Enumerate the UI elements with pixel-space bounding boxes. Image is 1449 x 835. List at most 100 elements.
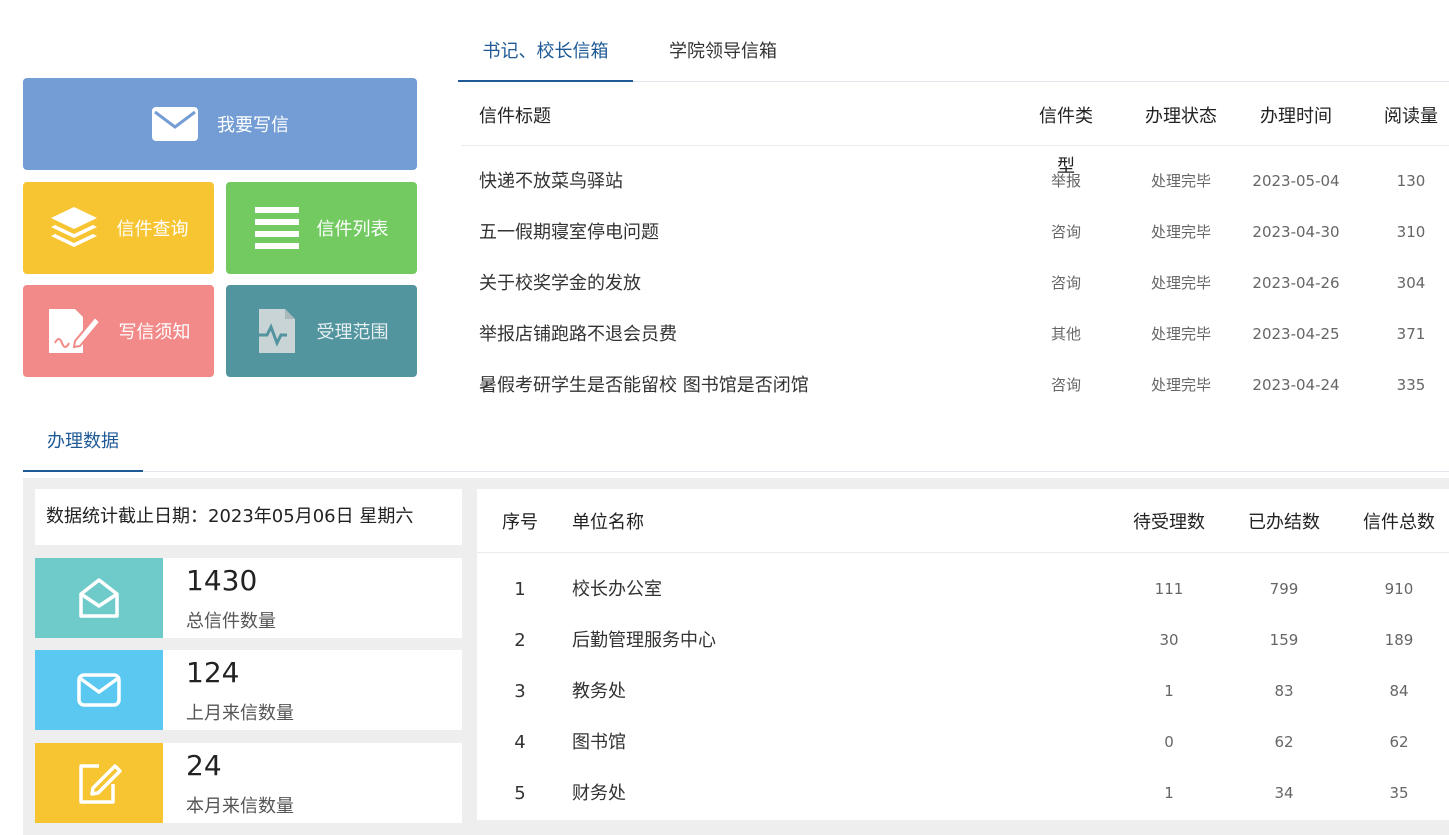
unit-name: 财务处 — [572, 783, 626, 804]
letter-reads: 130 — [1396, 172, 1426, 190]
letter-status: 处理完毕 — [1150, 274, 1211, 292]
header-title: 信件标题 — [479, 106, 551, 127]
letter-reads: 310 — [1396, 223, 1426, 241]
stat-label: 上月来信数量 — [186, 703, 294, 724]
letter-title-link[interactable]: 举报店铺跑路不退会员费 — [479, 309, 677, 360]
unit-index: 5 — [514, 783, 526, 804]
letter-query-button[interactable]: 信件查询 — [23, 182, 214, 274]
letter-query-label: 信件查询 — [116, 219, 189, 240]
stat-value: 1430 — [186, 564, 258, 597]
unit-pending: 0 — [1164, 733, 1174, 751]
letter-status: 处理完毕 — [1150, 376, 1211, 394]
table-row[interactable]: 关于校奖学金的发放 咨询 处理完毕 2023-04-26 304 — [461, 258, 1449, 309]
letter-title-link[interactable]: 关于校奖学金的发放 — [479, 258, 641, 309]
unit-done: 799 — [1269, 580, 1299, 598]
letter-status: 处理完毕 — [1150, 223, 1211, 241]
acceptance-scope-label: 受理范围 — [316, 322, 389, 343]
unit-done: 34 — [1274, 784, 1294, 802]
writing-notice-button[interactable]: 写信须知 — [23, 285, 214, 377]
stat-value: 124 — [186, 656, 240, 689]
letter-title-link[interactable]: 五一假期寝室停电问题 — [479, 207, 659, 258]
tab-college-leader-mailbox[interactable]: 学院领导信箱 — [648, 26, 798, 82]
unit-index: 4 — [514, 732, 526, 753]
header-done: 已办结数 — [1248, 512, 1320, 533]
stat-label: 本月来信数量 — [186, 796, 294, 817]
letter-reads: 371 — [1396, 325, 1426, 343]
envelope-icon — [151, 106, 199, 142]
table-row: 5 财务处 1 34 35 — [477, 768, 1449, 819]
letter-status: 处理完毕 — [1150, 325, 1211, 343]
layers-icon — [49, 205, 99, 251]
header-status: 办理状态 — [1145, 106, 1217, 127]
file-pulse-icon — [254, 307, 299, 355]
letter-title-link[interactable]: 暑假考研学生是否能留校 图书馆是否闭馆 — [479, 360, 809, 411]
unit-index: 2 — [514, 630, 526, 651]
letter-type: 其他 — [1050, 325, 1081, 343]
letter-time: 2023-04-24 — [1252, 376, 1340, 394]
open-envelope-icon — [35, 558, 163, 638]
unit-pending: 111 — [1154, 580, 1184, 598]
letter-time: 2023-05-04 — [1252, 172, 1340, 190]
data-panel: 数据统计截止日期：2023年05月06日 星期六 1430 总信件数量 124 … — [23, 478, 1449, 835]
unit-name: 教务处 — [572, 681, 626, 702]
stat-card-total: 1430 总信件数量 — [35, 558, 462, 638]
table-row[interactable]: 暑假考研学生是否能留校 图书馆是否闭馆 咨询 处理完毕 2023-04-24 3… — [461, 360, 1449, 411]
mailbox-tabs: 书记、校长信箱 学院领导信箱 — [458, 26, 1449, 82]
stat-value: 24 — [186, 749, 222, 782]
unit-total: 84 — [1389, 682, 1409, 700]
stat-card-last-month: 124 上月来信数量 — [35, 650, 462, 730]
document-sign-icon — [47, 307, 101, 355]
tab-processing-data[interactable]: 办理数据 — [23, 416, 143, 472]
unit-table-header: 序号 单位名称 待受理数 已办结数 信件总数 — [477, 489, 1449, 553]
stats-date: 数据统计截止日期：2023年05月06日 星期六 — [35, 489, 462, 545]
write-letter-label: 我要写信 — [217, 115, 289, 136]
list-icon — [254, 207, 299, 249]
header-pending: 待受理数 — [1133, 512, 1205, 533]
letter-type: 咨询 — [1050, 223, 1081, 241]
letter-status: 处理完毕 — [1150, 172, 1211, 190]
tab-president-mailbox[interactable]: 书记、校长信箱 — [458, 26, 633, 82]
table-row[interactable]: 快递不放菜鸟驿站 举报 处理完毕 2023-05-04 130 — [461, 156, 1449, 207]
letter-type: 咨询 — [1050, 376, 1081, 394]
unit-name: 图书馆 — [572, 732, 626, 753]
unit-total: 35 — [1389, 784, 1409, 802]
table-row: 1 校长办公室 111 799 910 — [477, 564, 1449, 615]
edit-icon — [35, 743, 163, 823]
unit-done: 159 — [1269, 631, 1299, 649]
unit-name: 后勤管理服务中心 — [572, 630, 716, 651]
unit-total: 910 — [1384, 580, 1414, 598]
letter-list-label: 信件列表 — [316, 219, 389, 240]
header-reads: 阅读量 — [1384, 106, 1438, 127]
unit-pending: 30 — [1159, 631, 1179, 649]
letter-type: 举报 — [1050, 172, 1081, 190]
unit-stats-table: 序号 单位名称 待受理数 已办结数 信件总数 1 校长办公室 111 799 9… — [477, 489, 1449, 820]
unit-index: 1 — [514, 579, 526, 600]
table-row: 3 教务处 1 83 84 — [477, 666, 1449, 717]
letter-list-button[interactable]: 信件列表 — [226, 182, 417, 274]
data-tabs: 办理数据 — [23, 416, 1449, 472]
letter-reads: 335 — [1396, 376, 1426, 394]
letter-title-link[interactable]: 快递不放菜鸟驿站 — [479, 156, 623, 207]
letter-time: 2023-04-25 — [1252, 325, 1340, 343]
unit-pending: 1 — [1164, 682, 1174, 700]
writing-notice-label: 写信须知 — [118, 322, 191, 343]
letters-table-header: 信件标题 信件类型 办理状态 办理时间 阅读量 — [461, 92, 1449, 177]
stat-label: 总信件数量 — [186, 611, 276, 632]
unit-done: 83 — [1274, 682, 1294, 700]
letters-table: 信件标题 信件类型 办理状态 办理时间 阅读量 快递不放菜鸟驿站 举报 处理完毕… — [461, 92, 1449, 411]
acceptance-scope-button[interactable]: 受理范围 — [226, 285, 417, 377]
header-unit-name: 单位名称 — [572, 512, 644, 533]
unit-done: 62 — [1274, 733, 1294, 751]
unit-total: 62 — [1389, 733, 1409, 751]
letter-reads: 304 — [1396, 274, 1426, 292]
letter-time: 2023-04-30 — [1252, 223, 1340, 241]
table-row[interactable]: 举报店铺跑路不退会员费 其他 处理完毕 2023-04-25 371 — [461, 309, 1449, 360]
header-time: 办理时间 — [1260, 106, 1332, 127]
table-row[interactable]: 五一假期寝室停电问题 咨询 处理完毕 2023-04-30 310 — [461, 207, 1449, 258]
letter-type: 咨询 — [1050, 274, 1081, 292]
unit-total: 189 — [1384, 631, 1414, 649]
envelope-icon — [35, 650, 163, 730]
table-row: 4 图书馆 0 62 62 — [477, 717, 1449, 768]
header-index: 序号 — [502, 512, 538, 533]
write-letter-button[interactable]: 我要写信 — [23, 78, 417, 170]
